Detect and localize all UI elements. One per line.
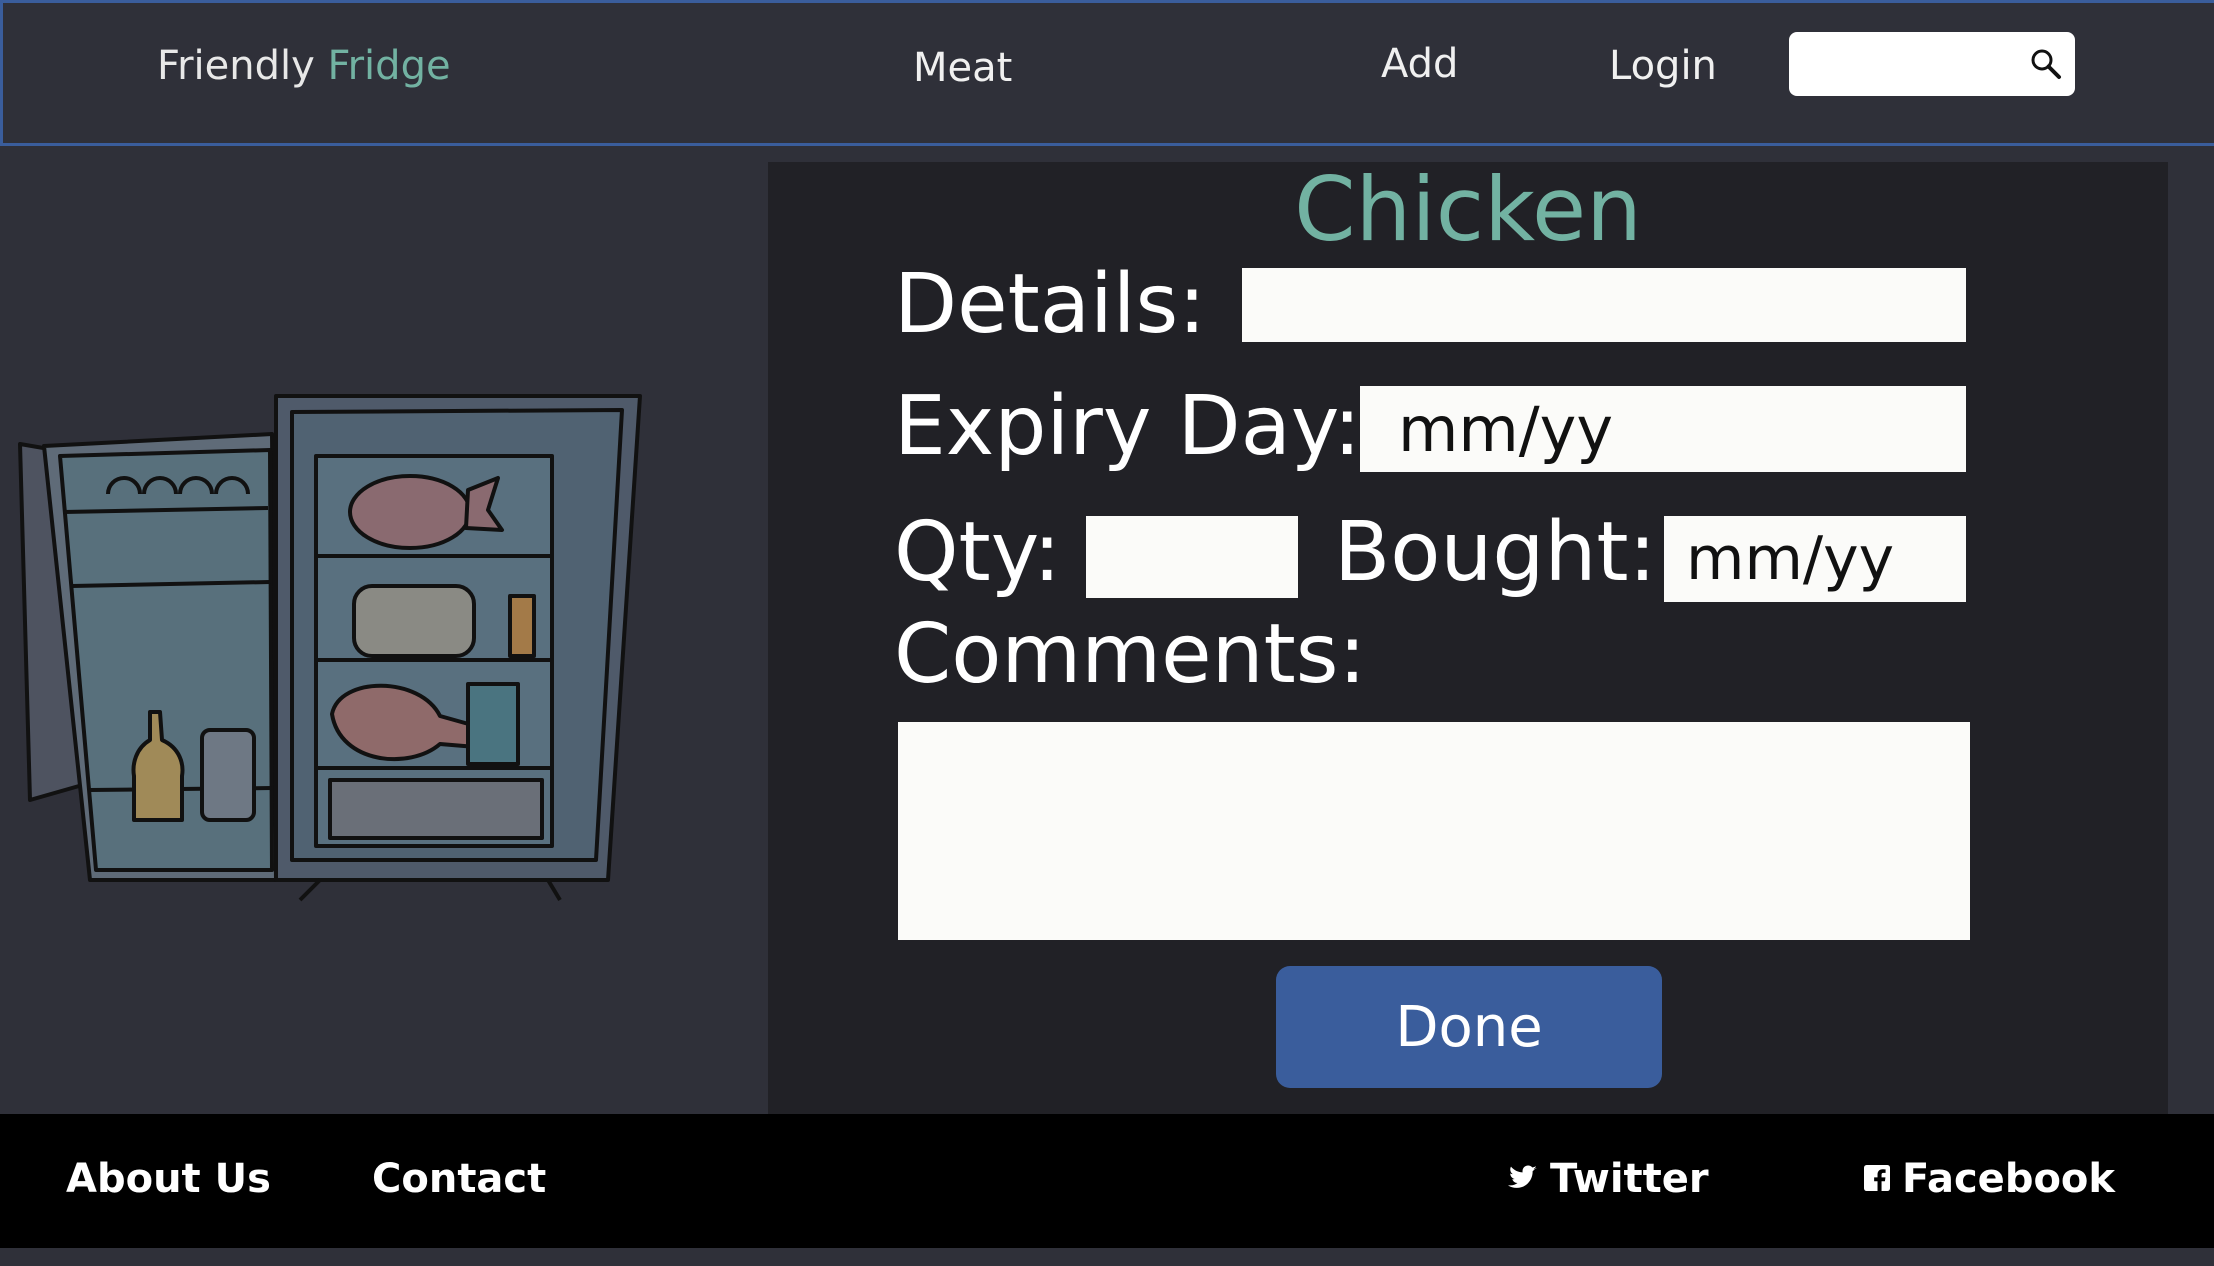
fridge-illustration — [18, 394, 642, 902]
footer-contact-link[interactable]: Contact — [372, 1156, 546, 1202]
facebook-icon — [1864, 1164, 1890, 1199]
qty-label: Qty: — [894, 505, 1061, 600]
twitter-icon — [1508, 1164, 1538, 1199]
bought-date-input[interactable] — [1664, 516, 1966, 602]
twitter-label: Twitter — [1550, 1156, 1709, 1202]
done-button[interactable]: Done — [1276, 966, 1662, 1088]
bottom-edge — [0, 1248, 2214, 1266]
search-input[interactable] — [1803, 32, 2027, 94]
item-title: Chicken — [1294, 158, 1642, 261]
brand-text-fridge: Fridge — [327, 43, 451, 89]
nav-login-link[interactable]: Login — [1609, 43, 1717, 89]
details-label: Details: — [894, 257, 1206, 352]
brand-text-friendly: Friendly — [157, 43, 315, 89]
comments-textarea[interactable] — [898, 722, 1970, 940]
bought-label: Bought: — [1334, 505, 1657, 600]
search-box — [1789, 32, 2075, 96]
brand-logo[interactable]: Friendly Fridge — [157, 43, 451, 89]
expiry-day-label: Expiry Day: — [894, 379, 1362, 474]
edit-item-panel: Chicken Details: Expiry Day: Qty: Bought… — [768, 158, 2168, 1116]
qty-input[interactable] — [1086, 516, 1298, 598]
footer: About Us Contact Twitter Facebook — [0, 1114, 2214, 1248]
footer-twitter-link[interactable]: Twitter — [1508, 1156, 1709, 1202]
nav-add-link[interactable]: Add — [1381, 41, 1458, 87]
search-icon[interactable] — [2029, 47, 2063, 81]
top-nav-bar: Friendly Fridge Meat Add Login — [0, 0, 2214, 146]
details-input[interactable] — [1242, 268, 1966, 342]
comments-label: Comments: — [894, 607, 1367, 702]
facebook-label: Facebook — [1902, 1156, 2116, 1202]
expiry-day-input[interactable] — [1360, 386, 1966, 472]
nav-meat-link[interactable]: Meat — [913, 45, 1012, 91]
footer-facebook-link[interactable]: Facebook — [1864, 1156, 2115, 1202]
footer-about-us-link[interactable]: About Us — [66, 1156, 271, 1202]
